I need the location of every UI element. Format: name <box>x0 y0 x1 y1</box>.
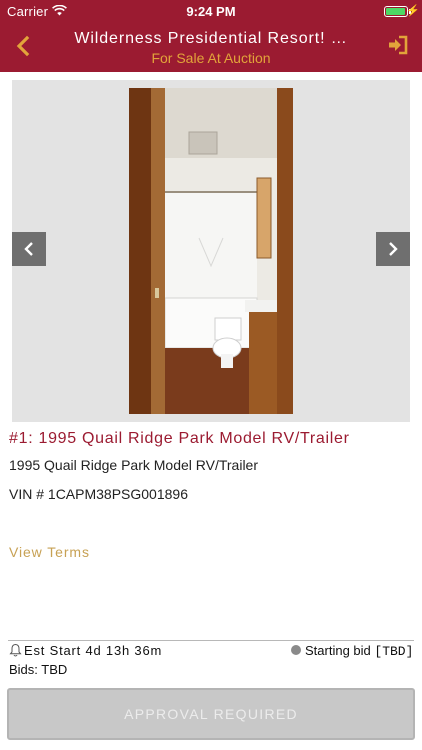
view-terms-link[interactable]: View Terms <box>9 544 90 560</box>
nav-subtitle: For Sale At Auction <box>151 50 271 66</box>
lot-vin: VIN # 1CAPM38PSG001896 <box>9 486 188 502</box>
login-button[interactable] <box>387 34 409 56</box>
chevron-left-icon <box>16 35 30 57</box>
bid-status-dot <box>291 645 301 655</box>
sign-in-icon <box>389 35 408 55</box>
starting-bid: Starting bid [TBD] <box>305 643 413 659</box>
bids-count: Bids: TBD <box>9 662 68 677</box>
battery-icon <box>384 6 408 17</box>
lot-description: 1995 Quail Ridge Park Model RV/Trailer <box>9 457 259 473</box>
clock: 9:24 PM <box>186 4 236 19</box>
carousel-prev-button[interactable] <box>12 232 46 266</box>
divider <box>8 640 414 641</box>
header: Carrier 9:24 PM ⚡ Wilderness Presidentia… <box>0 0 422 72</box>
starting-bid-label: Starting bid <box>305 643 371 658</box>
status-bar: Carrier 9:24 PM ⚡ <box>0 0 422 22</box>
charging-icon: ⚡ <box>406 5 420 17</box>
approval-required-button[interactable]: APPROVAL REQUIRED <box>7 688 415 740</box>
photo-carousel[interactable] <box>12 80 410 422</box>
lot-title: #1: 1995 Quail Ridge Park Model RV/Trail… <box>9 430 350 447</box>
nav-title: Wilderness Presidential Resort! … <box>74 30 348 47</box>
bell-icon <box>9 643 22 657</box>
back-button[interactable] <box>12 34 36 58</box>
chevron-right-icon <box>389 242 398 256</box>
carousel-next-button[interactable] <box>376 232 410 266</box>
chevron-left-icon <box>24 242 33 256</box>
app-screen: Carrier 9:24 PM ⚡ Wilderness Presidentia… <box>0 0 422 750</box>
bathroom-photo <box>129 88 293 414</box>
starting-bid-value: [TBD] <box>374 644 414 659</box>
est-start-countdown: Est Start 4d 13h 36m <box>24 643 163 658</box>
